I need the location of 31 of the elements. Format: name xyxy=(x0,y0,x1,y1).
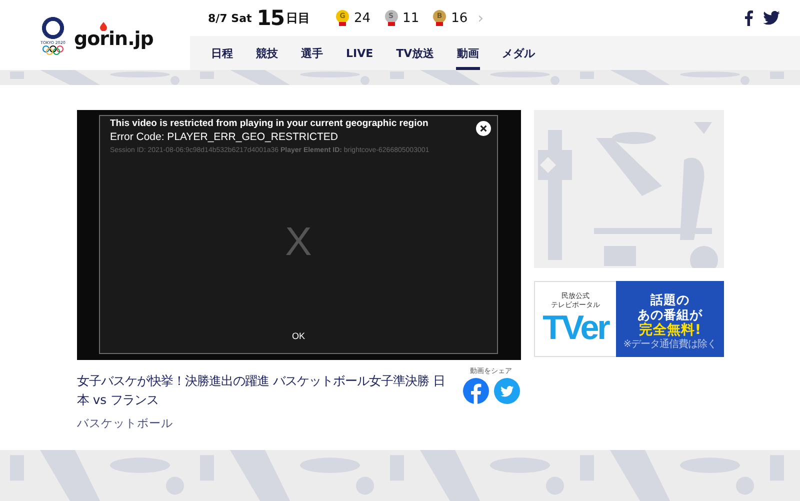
nav-tab[interactable]: メダル xyxy=(501,36,536,70)
banner-logo: TVer xyxy=(542,310,608,346)
facebook-icon[interactable] xyxy=(744,10,753,26)
medal-count: 24 xyxy=(354,10,371,26)
emblem-icon xyxy=(41,16,65,40)
error-code: Error Code: PLAYER_ERR_GEO_RESTRICTED xyxy=(110,130,339,144)
nav-tab[interactable]: 競技 xyxy=(255,36,279,70)
medal-count: 11 xyxy=(402,10,420,26)
video-placeholder-mark: X xyxy=(285,222,312,262)
nav-tab[interactable]: LIVE xyxy=(345,36,374,70)
banner-offer: 完全無料! xyxy=(638,322,702,338)
nav-tab[interactable]: 日程 xyxy=(210,36,234,70)
day-number: 15 xyxy=(256,6,284,30)
ok-button[interactable]: OK xyxy=(288,329,309,343)
site-logo[interactable]: gorin.jp xyxy=(74,20,154,50)
twitter-icon[interactable] xyxy=(763,11,780,25)
facebook-share-icon[interactable] xyxy=(462,378,488,404)
close-icon[interactable] xyxy=(476,121,491,136)
nav-tab[interactable]: TV放送 xyxy=(395,36,436,70)
date-label: 8/7 Sat xyxy=(208,12,252,24)
banner-headline: あの番組が xyxy=(638,306,702,322)
nav-tab[interactable]: 選手 xyxy=(300,36,324,70)
video-title: 女子バスケが快挙！決勝進出の躍進 バスケットボール女子準決勝 日本 vs フランス xyxy=(77,373,446,409)
twitter-share-icon[interactable] xyxy=(494,378,520,404)
banner-headline: 話題の xyxy=(650,292,690,306)
medal-count: 16 xyxy=(451,10,468,26)
olympic-rings-icon xyxy=(42,44,64,54)
error-title: This video is restricted from playing in your current geographic region xyxy=(110,117,430,130)
day-suffix: 日目 xyxy=(286,10,310,26)
category-link[interactable]: バスケットボール xyxy=(77,416,455,431)
banner-note: ※データ通信費は除く xyxy=(623,338,717,350)
